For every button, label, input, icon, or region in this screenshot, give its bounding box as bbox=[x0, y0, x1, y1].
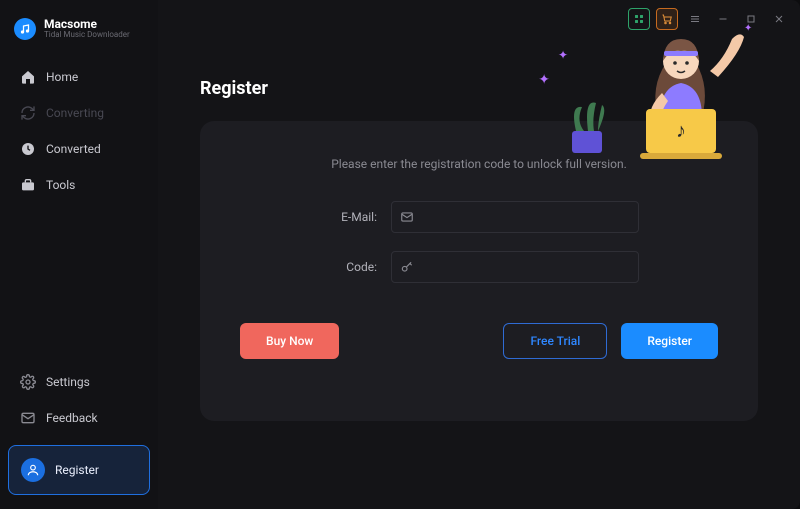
free-trial-button[interactable]: Free Trial bbox=[503, 323, 607, 359]
brand-subtitle: Tidal Music Downloader bbox=[44, 31, 130, 40]
sparkle-icon: ✦ bbox=[538, 72, 550, 88]
sidebar-item-converting[interactable]: Converting bbox=[10, 96, 148, 130]
sidebar-item-label: Tools bbox=[46, 178, 75, 192]
brand: Macsome Tidal Music Downloader bbox=[0, 18, 158, 60]
sidebar-nav: Home Converting Converted Tools bbox=[0, 60, 158, 202]
sidebar-item-label: Settings bbox=[46, 375, 90, 389]
sidebar: Macsome Tidal Music Downloader Home Conv… bbox=[0, 0, 158, 509]
svg-text:✦: ✦ bbox=[558, 48, 568, 62]
code-label: Code: bbox=[319, 260, 377, 274]
email-input[interactable] bbox=[422, 210, 630, 224]
mail-icon bbox=[20, 410, 36, 426]
main-area: Register ✦ bbox=[158, 0, 800, 509]
code-field-wrapper[interactable] bbox=[391, 251, 639, 283]
clock-icon bbox=[20, 141, 36, 157]
email-field-wrapper[interactable] bbox=[391, 201, 639, 233]
register-form: E-Mail: Code: bbox=[240, 201, 718, 283]
email-label: E-Mail: bbox=[319, 210, 377, 224]
form-row-code: Code: bbox=[319, 251, 639, 283]
sidebar-item-label: Converting bbox=[46, 106, 104, 120]
buy-now-button[interactable]: Buy Now bbox=[240, 323, 339, 359]
titlebar-menu-button[interactable] bbox=[684, 8, 706, 30]
form-row-email: E-Mail: bbox=[319, 201, 639, 233]
sidebar-item-register[interactable]: Register bbox=[8, 445, 150, 495]
sidebar-item-home[interactable]: Home bbox=[10, 60, 148, 94]
sidebar-item-tools[interactable]: Tools bbox=[10, 168, 148, 202]
titlebar-cart-button[interactable] bbox=[656, 8, 678, 30]
converting-icon bbox=[20, 105, 36, 121]
sidebar-item-feedback[interactable]: Feedback bbox=[10, 401, 148, 435]
gear-icon bbox=[20, 374, 36, 390]
user-icon bbox=[21, 458, 45, 482]
sidebar-item-label: Home bbox=[46, 70, 78, 84]
register-hint: Please enter the registration code to un… bbox=[240, 157, 718, 171]
app-window: Macsome Tidal Music Downloader Home Conv… bbox=[0, 0, 800, 509]
svg-text:♪: ♪ bbox=[676, 118, 686, 142]
page-title: Register bbox=[200, 78, 758, 99]
code-input[interactable] bbox=[422, 260, 630, 274]
titlebar-apps-button[interactable] bbox=[628, 8, 650, 30]
toolbox-icon bbox=[20, 177, 36, 193]
mail-icon bbox=[400, 210, 414, 224]
window-close-button[interactable] bbox=[768, 8, 790, 30]
window-minimize-button[interactable] bbox=[712, 8, 734, 30]
home-icon bbox=[20, 69, 36, 85]
sidebar-item-label: Feedback bbox=[46, 411, 98, 425]
sidebar-register-label: Register bbox=[55, 463, 99, 477]
titlebar bbox=[158, 0, 800, 38]
register-card: ♪ ✦ ✦ Please enter the registration code… bbox=[200, 121, 758, 421]
key-icon bbox=[400, 260, 414, 274]
brand-logo-icon bbox=[14, 18, 36, 40]
sidebar-item-label: Converted bbox=[46, 142, 101, 156]
register-actions: Buy Now Free Trial Register bbox=[240, 323, 718, 359]
sidebar-item-converted[interactable]: Converted bbox=[10, 132, 148, 166]
sidebar-item-settings[interactable]: Settings bbox=[10, 365, 148, 399]
window-maximize-button[interactable] bbox=[740, 8, 762, 30]
sidebar-bottom-nav: Settings Feedback bbox=[0, 365, 158, 435]
register-button[interactable]: Register bbox=[621, 323, 718, 359]
content: Register ✦ bbox=[158, 38, 800, 509]
